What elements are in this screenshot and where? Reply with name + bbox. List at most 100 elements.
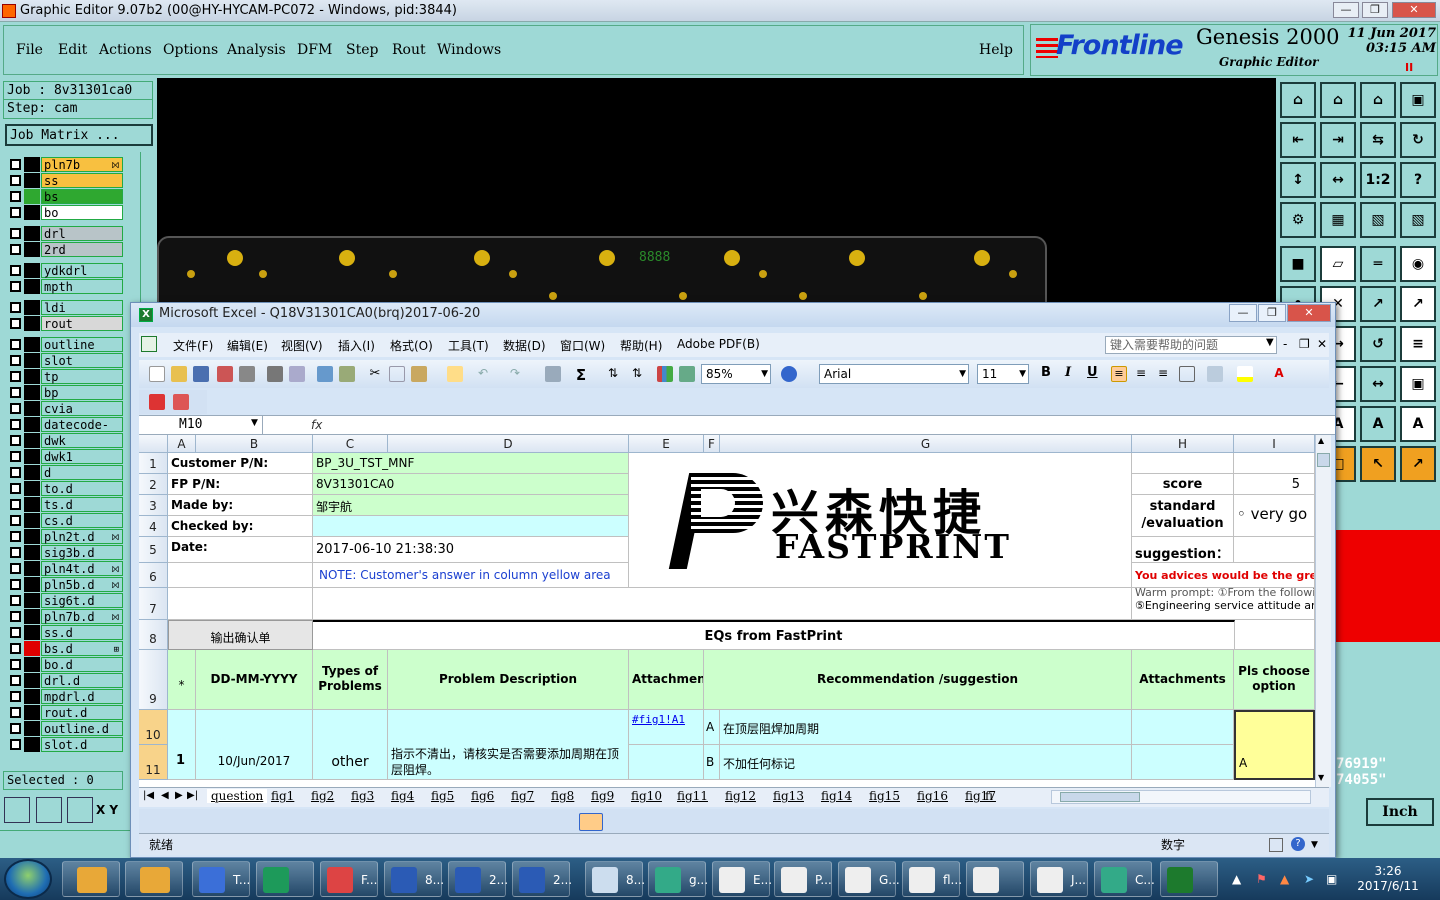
taskbar-item-6[interactable]: 2... <box>512 861 572 897</box>
spreadsheet-grid[interactable]: A B C D E F G H I 1 2 3 4 5 6 7 8 9 10 1… <box>139 435 1315 787</box>
row-header[interactable]: 7 <box>139 588 168 620</box>
print-icon[interactable] <box>267 366 283 382</box>
layer-name[interactable]: rout <box>41 316 123 331</box>
layer-row-bp[interactable]: bp <box>8 385 124 400</box>
layer-name[interactable]: sig6t.d <box>41 593 123 608</box>
layer-checkbox[interactable] <box>10 563 21 574</box>
layer-checkbox[interactable] <box>10 691 21 702</box>
cell-row-problem[interactable]: 指示不清出，请核实是否需要添加周期在顶层阻焊。 <box>388 710 629 780</box>
chart-wizard-icon[interactable] <box>657 366 673 382</box>
layer-checkbox[interactable] <box>10 318 21 329</box>
layer-affected-toggle[interactable] <box>24 737 40 752</box>
cell-checked-label[interactable]: Checked by: <box>168 516 313 537</box>
menu-edit[interactable]: Edit <box>58 42 87 58</box>
row-header[interactable]: 10 <box>139 710 168 745</box>
sheet-tab-fig2[interactable]: fig2 <box>311 789 334 803</box>
taskbar-pinned-1[interactable] <box>62 861 120 897</box>
tool-button-36-icon[interactable]: A <box>1400 406 1436 442</box>
cell-date-value[interactable]: 2017-06-10 21:38:30 <box>313 537 629 563</box>
row-header[interactable]: 5 <box>139 537 168 563</box>
ime-expand-icon[interactable]: ▼ <box>1311 835 1318 855</box>
output-confirm-button[interactable]: 输出确认单 <box>168 620 313 650</box>
layer-row-rout[interactable]: rout <box>8 316 124 331</box>
menu-dfm[interactable]: DFM <box>297 42 332 58</box>
layer-checkbox[interactable] <box>10 355 21 366</box>
option-b-text[interactable]: 不加任何标记 <box>720 745 1132 780</box>
xy-label[interactable]: X Y <box>96 803 118 817</box>
tool-button-18-icon[interactable]: ▱ <box>1320 246 1356 282</box>
layer-row-ldi[interactable]: ldi <box>8 300 124 315</box>
fx-icon[interactable]: fx <box>311 418 322 432</box>
tool-button-10-icon[interactable]: ↔ <box>1320 162 1356 198</box>
taskbar-item-15[interactable]: C... <box>1094 861 1155 897</box>
layer-affected-toggle[interactable] <box>24 641 40 656</box>
header-attachment[interactable]: Attachment <box>629 650 704 710</box>
row-header[interactable]: 8 <box>139 620 168 650</box>
layer-row-cvia[interactable]: cvia <box>8 401 124 416</box>
layer-row-ss[interactable]: ss <box>8 173 124 188</box>
sheet-tab-fig8[interactable]: fig8 <box>551 789 574 803</box>
italic-button[interactable]: I <box>1065 365 1071 380</box>
cell-fp-label[interactable]: FP P/N: <box>168 474 313 495</box>
layer-row-mpth[interactable]: mpth <box>8 279 124 294</box>
layer-row-pln2t-d[interactable]: pln2t.d ⨝ <box>8 529 124 544</box>
cell-empty[interactable] <box>1132 453 1234 474</box>
cell-row-type[interactable]: other <box>313 710 388 780</box>
layer-checkbox[interactable] <box>10 627 21 638</box>
layer-name[interactable]: bp <box>41 385 123 400</box>
tool-button-7-icon[interactable]: ⇆ <box>1360 122 1396 158</box>
layer-checkbox[interactable] <box>10 723 21 734</box>
row-header[interactable]: 1 <box>139 453 168 474</box>
start-button[interactable] <box>4 859 52 899</box>
layer-name[interactable]: ts.d <box>41 497 123 512</box>
layer-affected-toggle[interactable] <box>24 353 40 368</box>
layer-row-tp[interactable]: tp <box>8 369 124 384</box>
font-select[interactable]: Arial ▼ <box>819 364 969 384</box>
layer-affected-toggle[interactable] <box>24 577 40 592</box>
header-choose-option[interactable]: Pls choose option <box>1234 650 1315 710</box>
layer-row-2rd[interactable]: 2rd <box>8 242 124 257</box>
tool-button-20-icon[interactable]: ◉ <box>1400 246 1436 282</box>
layer-checkbox[interactable] <box>10 302 21 313</box>
merge-center-icon[interactable] <box>1179 366 1195 382</box>
layer-checkbox[interactable] <box>10 228 21 239</box>
taskbar-item-7[interactable]: 8... <box>585 861 645 897</box>
layer-checkbox[interactable] <box>10 739 21 750</box>
layer-row-pln7b-d[interactable]: pln7b.d ⨝ <box>8 609 124 624</box>
tool-button-28-icon[interactable]: ≡ <box>1400 326 1436 362</box>
doc-close-button[interactable]: ✕ <box>1317 337 1327 351</box>
taskbar-item-2[interactable] <box>256 861 314 897</box>
header-date[interactable]: DD-MM-YYYY <box>196 650 313 710</box>
tray-network-icon[interactable]: ▲ <box>1280 872 1289 886</box>
tool-button-6-icon[interactable]: ⇥ <box>1320 122 1356 158</box>
scroll-thumb[interactable] <box>1317 453 1330 467</box>
horizontal-scrollbar[interactable] <box>1051 790 1311 804</box>
cell-standard-label[interactable]: standard /evaluation <box>1132 495 1234 537</box>
cell-advice[interactable]: You advices would be the greate <box>1132 563 1315 588</box>
layer-row-pln5b-d[interactable]: pln5b.d ⨝ <box>8 577 124 592</box>
sheet-tab-fig9[interactable]: fig9 <box>591 789 614 803</box>
layer-row-to-d[interactable]: to.d <box>8 481 124 496</box>
menu-rout[interactable]: Rout <box>392 42 426 58</box>
layer-name[interactable]: to.d <box>41 481 123 496</box>
name-box[interactable]: M10 <box>139 416 263 436</box>
layer-name[interactable]: cvia <box>41 401 123 416</box>
cell-note[interactable]: NOTE: Customer's answer in column yellow… <box>313 563 629 588</box>
sheet-tab-fig10[interactable]: fig10 <box>631 789 662 803</box>
layer-affected-toggle[interactable] <box>24 369 40 384</box>
cell-score-value[interactable]: 5 <box>1234 474 1315 495</box>
column-header[interactable]: A <box>168 435 196 453</box>
menu-format-cn[interactable]: 格式(O) <box>390 337 433 354</box>
tool-button-24-icon[interactable]: ↗ <box>1400 286 1436 322</box>
cell-suggestion-label[interactable]: suggestion： <box>1132 537 1234 563</box>
layer-checkbox[interactable] <box>10 175 21 186</box>
cell-customer-value[interactable]: BP_3U_TST_MNF <box>313 453 629 474</box>
layer-name[interactable]: ldi <box>41 300 123 315</box>
tray-expand-icon[interactable]: ▲ <box>1232 872 1241 886</box>
zoom-select[interactable]: 85% ▼ <box>701 364 771 384</box>
layer-name[interactable]: slot.d <box>41 737 123 752</box>
header-types[interactable]: Types of Problems <box>313 650 388 710</box>
tray-monitor-icon[interactable]: ▣ <box>1326 872 1337 886</box>
layer-checkbox[interactable] <box>10 403 21 414</box>
taskbar-item-5[interactable]: 2... <box>448 861 508 897</box>
